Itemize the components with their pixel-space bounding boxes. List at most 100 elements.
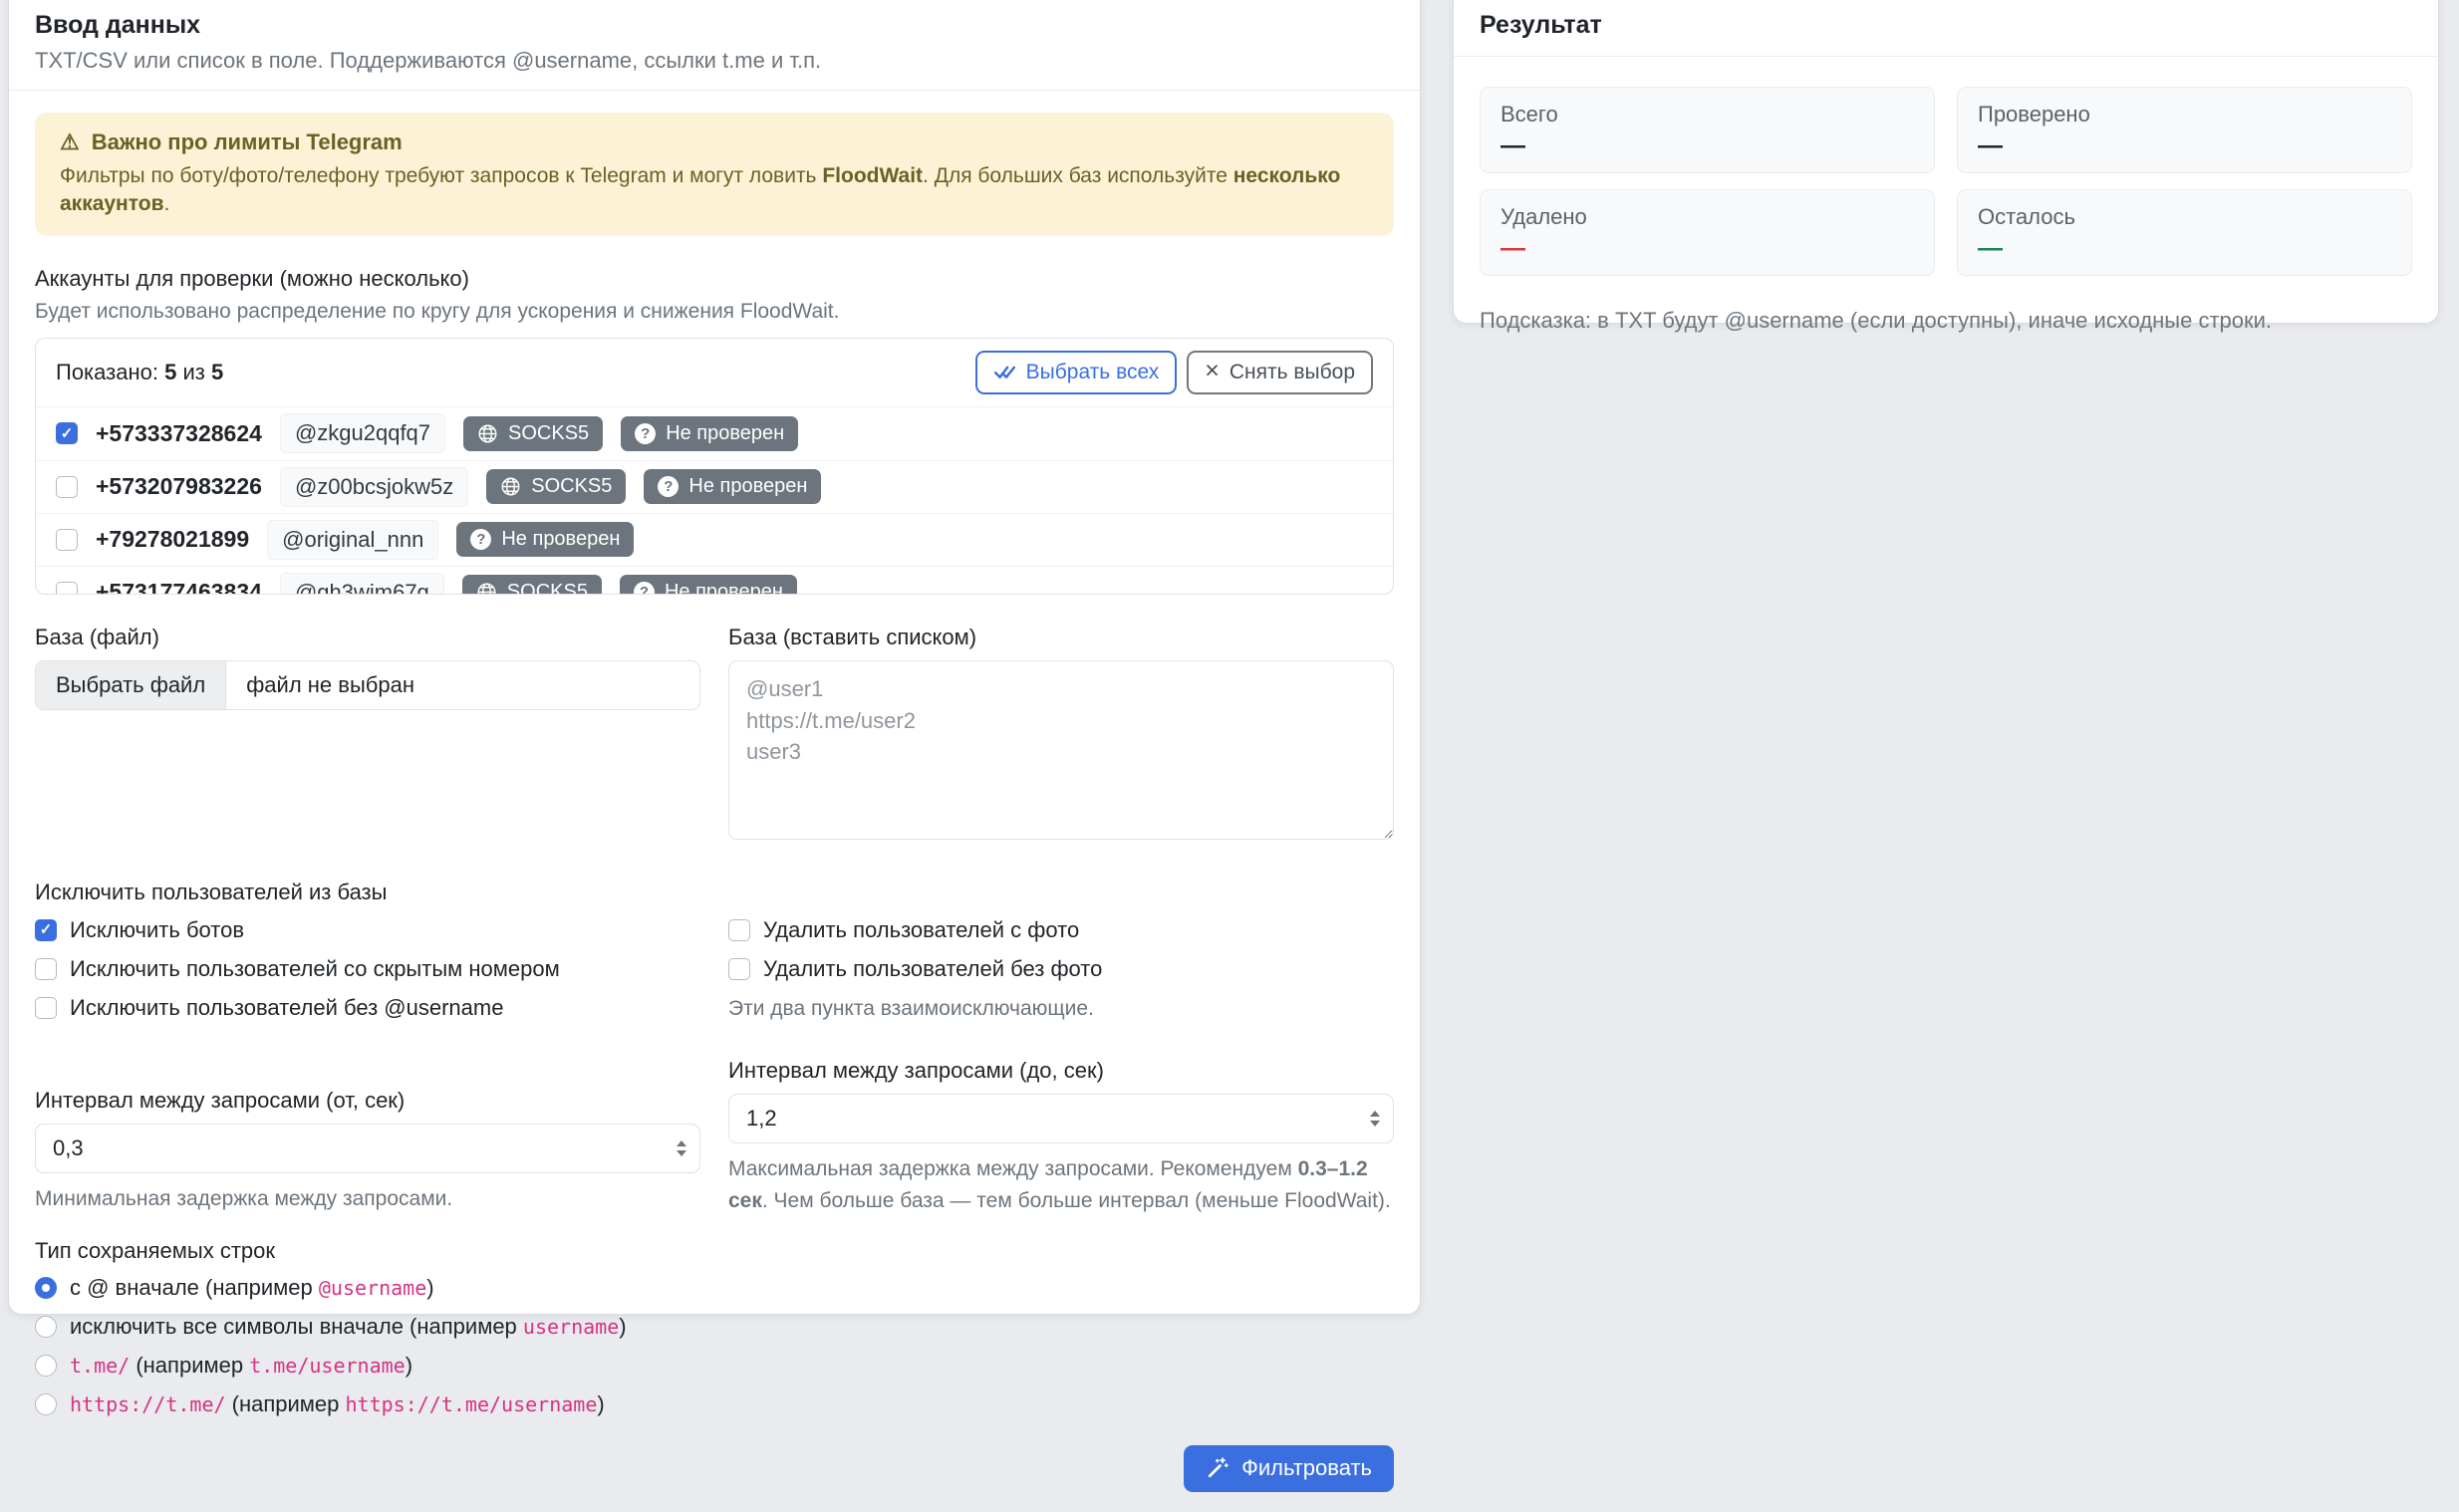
photo-option-checkbox[interactable] [728,919,750,941]
interval-from-wrap [35,1124,700,1173]
socks5-badge-label: SOCKS5 [531,475,612,498]
file-value: файл не выбран [226,661,434,709]
line-type-radio[interactable] [35,1316,57,1338]
base-inputs-row: База (файл) Выбрать файл файл не выбран … [35,625,1394,846]
clear-selection-label: Снять выбор [1230,361,1355,384]
line-type-option: t.me/ (например t.me/username) [35,1351,1394,1381]
interval-to-input[interactable] [728,1094,1394,1143]
interval-to-hint: Максимальная задержка между запросами. Р… [728,1153,1394,1218]
interval-from-input[interactable] [35,1124,700,1173]
account-phone: +573207983226 [96,473,262,500]
filter-button[interactable]: Фильтровать [1184,1445,1394,1492]
select-all-button[interactable]: Выбрать всех [975,351,1178,394]
socks5-badge: SOCKS5 [486,469,626,504]
account-checkbox[interactable] [56,582,78,595]
accounts-list[interactable]: ✓+573337328624@zkgu2qqfq7SOCKS5?Не прове… [36,407,1393,595]
accounts-panel: Показано: 5 из 5 Выбрать всех × Снять вы… [35,338,1394,595]
stat-card: Удалено— [1480,189,1935,276]
question-icon: ? [635,423,656,444]
exclude-option-label: Исключить ботов [70,917,244,943]
interval-from-column: Интервал между запросами (от, сек) Миним… [35,1088,700,1218]
exclude-left-column: Исключить пользователей из базы ✓Исключи… [35,880,700,1022]
stat-value: — [1978,133,2391,158]
result-hint: Подсказка: в TXT будут @username (если д… [1480,308,2412,334]
status-badge-label: Не проверен [501,528,620,551]
account-checkbox[interactable] [56,476,78,498]
stat-label: Всего [1501,102,1914,127]
clear-selection-button[interactable]: × Снять выбор [1187,351,1373,394]
photo-option: Удалить пользователей без фото [728,955,1394,983]
line-type-option-label: исключить все символы вначале (например … [70,1314,627,1340]
filter-button-label: Фильтровать [1241,1455,1372,1481]
paste-input-label: База (вставить списком) [728,625,1394,650]
stat-label: Проверено [1978,102,2391,127]
account-checkbox[interactable] [56,529,78,551]
globe-icon [500,476,521,497]
account-row: +79278021899@original_nnn?Не проверен [36,513,1393,566]
account-username: @z00bcsjokw5z [280,467,468,507]
stepper-arrows-icon[interactable] [677,1140,686,1156]
interval-from-label: Интервал между запросами (от, сек) [35,1088,700,1114]
stat-label: Осталось [1978,204,2391,230]
file-column: База (файл) Выбрать файл файл не выбран [35,625,700,846]
account-phone: +573337328624 [96,420,262,447]
exclude-option-label: Исключить пользователей со скрытым номер… [70,956,560,982]
line-type-option: исключить все символы вначале (например … [35,1312,1394,1342]
paste-list-textarea[interactable] [728,660,1394,840]
input-card-header: Ввод данных TXT/CSV или список в поле. П… [9,0,1420,91]
line-type-option: с @ вначале (например @username) [35,1273,1394,1303]
photo-option-label: Удалить пользователей с фото [763,917,1079,943]
page-title: Ввод данных [35,11,1394,40]
submit-row: Фильтровать [35,1445,1394,1492]
shown-count: Показано: 5 из 5 [56,360,223,385]
exclude-right-column: Удалить пользователей с фото Удалить поль… [728,880,1394,1022]
stat-label: Удалено [1501,204,1914,230]
line-type-radio[interactable] [35,1277,57,1299]
exclude-note: Эти два пункта взаимоисключающие. [728,997,1394,1021]
interval-to-wrap [728,1094,1394,1143]
line-type-option-label: t.me/ (например t.me/username) [70,1353,412,1379]
status-badge-label: Не проверен [665,581,783,595]
account-checkbox[interactable]: ✓ [56,422,78,444]
line-type-label: Тип сохраняемых строк [35,1238,1394,1264]
status-badge-label: Не проверен [666,422,784,445]
status-badge: ?Не проверен [644,469,821,504]
exclude-option: Исключить пользователей без @username [35,994,700,1022]
exclude-option-checkbox[interactable]: ✓ [35,919,57,941]
exclude-option-label: Исключить пользователей без @username [70,995,503,1021]
exclude-row: Исключить пользователей из базы ✓Исключи… [35,880,1394,1022]
file-input-label: База (файл) [35,625,700,650]
status-badge-label: Не проверен [688,475,807,498]
account-username: @original_nnn [267,520,438,560]
account-row: ✓ +573337328624 @zkgu2qqfq7 SOCKS5? Не прове… [36,407,1393,460]
exclude-option-checkbox[interactable] [35,958,57,980]
input-card: Ввод данных TXT/CSV или список в поле. П… [8,0,1421,1315]
accounts-hint: Будет использовано распределение по круг… [35,300,1394,324]
exclude-right-options: Удалить пользователей с фото Удалить поль… [728,916,1394,983]
page-subtitle: TXT/CSV или список в поле. Поддерживаютс… [35,48,1394,74]
check-all-icon [993,361,1016,383]
account-username: @zkgu2qqfq7 [280,413,445,453]
warning-title: ⚠ Важно про лимиты Telegram [60,129,1369,155]
account-username: @gh3wim67g [280,573,444,595]
exclude-left-options: ✓ Исключить ботов Исключить пользователей … [35,916,700,1022]
paste-column: База (вставить списком) [728,625,1394,846]
line-type-option-label: https://t.me/ (например https://t.me/use… [70,1391,605,1417]
choose-file-button[interactable]: Выбрать файл [36,661,226,709]
stat-card: Осталось— [1957,189,2412,276]
photo-option-checkbox[interactable] [728,958,750,980]
line-type-radio[interactable] [35,1393,57,1415]
stepper-arrows-icon[interactable] [1370,1111,1380,1127]
status-badge: ?Не проверен [620,575,797,595]
photo-option-label: Удалить пользователей без фото [763,956,1102,982]
file-input[interactable]: Выбрать файл файл не выбран [35,660,700,710]
exclude-option-checkbox[interactable] [35,997,57,1019]
stat-card: Всего— [1480,87,1935,173]
line-type-options: с @ вначале (например @username) исключит… [35,1273,1394,1419]
result-card-body: Всего— Проверено — Удалено— Осталось— Подска… [1454,57,2438,354]
socks5-badge: SOCKS5 [463,416,603,451]
photo-option: Удалить пользователей с фото [728,916,1394,944]
input-card-body: ⚠ Важно про лимиты Telegram Фильтры по б… [9,91,1420,1512]
account-row: +573177463834@gh3wim67gSOCKS5?Не провере… [36,566,1393,595]
line-type-radio[interactable] [35,1355,57,1377]
